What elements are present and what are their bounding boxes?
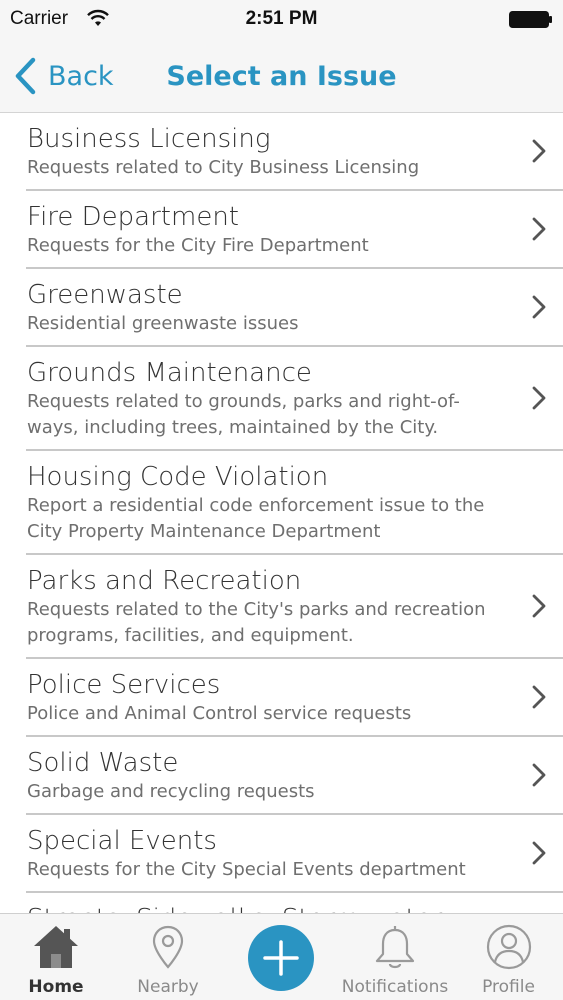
tab-bar: Home Nearby Notifications Profile <box>0 913 563 1000</box>
issue-subtitle: Police and Animal Control service reques… <box>27 703 412 724</box>
issue-title: Parks and Recreation <box>27 566 302 596</box>
tab-profile[interactable]: Profile <box>454 914 563 1000</box>
tab-notifications[interactable]: Notifications <box>336 914 454 1000</box>
chevron-right-icon <box>532 841 546 865</box>
chevron-right-icon <box>532 295 546 319</box>
issue-subtitle: Requests for the City Special Events dep… <box>27 859 466 880</box>
tab-label: Nearby <box>137 977 199 997</box>
list-item[interactable]: Solid Waste Garbage and recycling reques… <box>26 737 563 815</box>
issue-title: Solid Waste <box>27 748 179 778</box>
location-pin-icon <box>152 925 184 969</box>
list-item[interactable]: Fire Department Requests for the City Fi… <box>26 191 563 269</box>
status-bar: Carrier 2:51 PM <box>0 0 563 40</box>
issue-subtitle: Requests for the City Fire Department <box>27 235 369 256</box>
issue-subtitle: Requests related to the City's parks and… <box>27 599 486 646</box>
issue-title: Housing Code Violation <box>27 462 329 492</box>
issue-subtitle: Residential greenwaste issues <box>27 313 299 334</box>
nav-bar: Select an Issue Back <box>0 40 563 113</box>
chevron-right-icon <box>532 685 546 709</box>
list-item[interactable]: Streets, Sidewalks, Storm water and <box>26 893 563 913</box>
tab-label: Profile <box>482 977 535 997</box>
issue-title: Streets, Sidewalks, Storm water and <box>27 903 493 913</box>
chevron-right-icon <box>532 217 546 241</box>
list-item[interactable]: Police Services Police and Animal Contro… <box>26 659 563 737</box>
chevron-right-icon <box>532 139 546 163</box>
issue-title: Business Licensing <box>27 124 271 154</box>
list-item[interactable]: Grounds Maintenance Requests related to … <box>26 347 563 451</box>
back-label: Back <box>48 60 114 92</box>
battery-icon <box>509 11 552 28</box>
chevron-right-icon <box>532 386 546 410</box>
home-icon <box>34 926 78 968</box>
chevron-left-icon <box>15 57 36 95</box>
chevron-right-icon <box>532 763 546 787</box>
issue-list[interactable]: Business Licensing Requests related to C… <box>0 113 563 913</box>
list-item[interactable]: Business Licensing Requests related to C… <box>26 113 563 191</box>
bell-icon <box>375 926 415 969</box>
tab-nearby[interactable]: Nearby <box>112 914 224 1000</box>
issue-subtitle: Requests related to grounds, parks and r… <box>27 391 460 438</box>
tab-label: Home <box>28 977 84 997</box>
list-item[interactable]: Special Events Requests for the City Spe… <box>26 815 563 893</box>
issue-subtitle: Report a residential code enforcement is… <box>27 495 485 542</box>
tab-label: Notifications <box>341 977 449 997</box>
plus-icon <box>263 940 299 976</box>
add-button[interactable] <box>248 925 314 991</box>
list-item[interactable]: Housing Code Violation Report a resident… <box>26 451 563 555</box>
status-time: 2:51 PM <box>245 8 318 29</box>
list-item[interactable]: Parks and Recreation Requests related to… <box>26 555 563 659</box>
tab-home[interactable]: Home <box>0 914 112 1000</box>
issue-title: Special Events <box>27 826 217 856</box>
issue-subtitle: Garbage and recycling requests <box>27 781 315 802</box>
user-icon <box>486 924 531 970</box>
chevron-right-icon <box>532 594 546 618</box>
issue-title: Greenwaste <box>27 280 183 310</box>
issue-title: Police Services <box>27 670 221 700</box>
back-button[interactable]: Back <box>14 54 114 98</box>
list-item[interactable]: Greenwaste Residential greenwaste issues <box>26 269 563 347</box>
issue-title: Grounds Maintenance <box>27 358 312 388</box>
issue-title: Fire Department <box>27 202 239 232</box>
issue-subtitle: Requests related to City Business Licens… <box>27 157 420 178</box>
